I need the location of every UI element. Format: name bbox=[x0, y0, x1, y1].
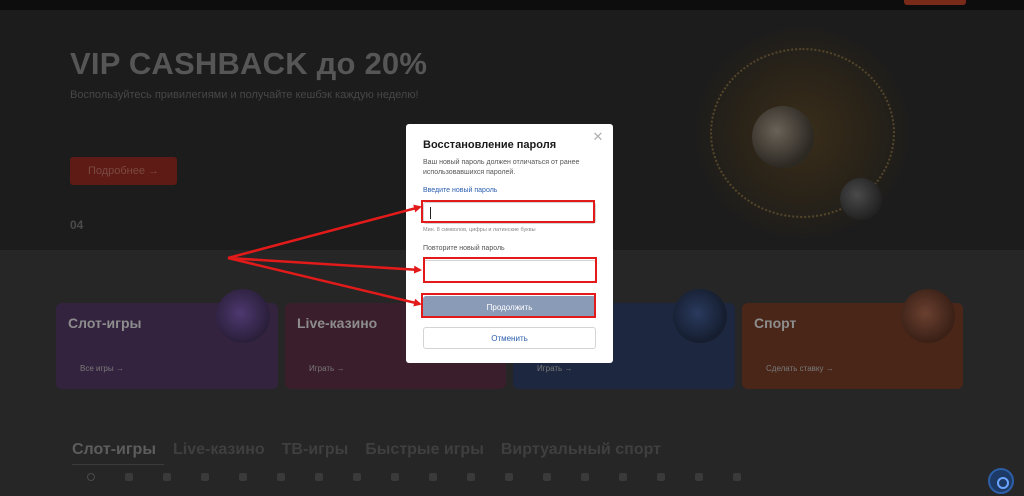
active-tab-underline bbox=[72, 464, 164, 465]
password-hint: Мин. 8 символов, цифры и латинские буквы bbox=[423, 227, 536, 233]
star-icon bbox=[163, 473, 171, 481]
category-card-title: Live-казино bbox=[297, 315, 378, 331]
dice-icon bbox=[467, 473, 475, 481]
hero-subtitle: Воспользуйтесь привилегиями и получайте … bbox=[70, 89, 419, 101]
category-card-link[interactable]: Все игры → bbox=[80, 364, 124, 373]
filter-item[interactable] bbox=[528, 470, 566, 496]
filter-item[interactable] bbox=[376, 470, 414, 496]
category-card-link[interactable]: Играть → bbox=[309, 364, 344, 373]
category-card-link[interactable]: Играть → bbox=[537, 364, 572, 373]
clover-icon bbox=[619, 473, 627, 481]
filter-item[interactable] bbox=[604, 470, 642, 496]
filter-item[interactable] bbox=[490, 470, 528, 496]
filter-item[interactable] bbox=[414, 470, 452, 496]
category-card-sport[interactable]: Спорт Сделать ставку → bbox=[742, 289, 963, 389]
trophy-icon bbox=[239, 473, 247, 481]
annotation-box-continue bbox=[421, 293, 596, 318]
filter-item[interactable] bbox=[642, 470, 680, 496]
search-icon bbox=[87, 473, 95, 481]
support-chat-button[interactable] bbox=[988, 468, 1014, 494]
slots-art bbox=[216, 289, 270, 343]
fruit-icon bbox=[429, 473, 437, 481]
game-filter-icons bbox=[72, 470, 756, 496]
filter-item[interactable] bbox=[300, 470, 338, 496]
filter-item[interactable] bbox=[566, 470, 604, 496]
annotation-box-repeat-password bbox=[423, 257, 597, 283]
hero-illustration bbox=[690, 28, 915, 238]
tab-fast-games[interactable]: Быстрые игры bbox=[365, 441, 484, 463]
hero-title: VIP CASHBACK до 20% bbox=[70, 46, 428, 81]
category-card-title: Спорт bbox=[754, 315, 797, 331]
close-icon[interactable]: ✕ bbox=[591, 130, 605, 144]
game-category-tabs: Слот-игры Live-казино ТВ-игры Быстрые иг… bbox=[72, 441, 661, 463]
category-card-slots[interactable]: Слот-игры Все игры → bbox=[56, 289, 278, 389]
top-navbar bbox=[0, 0, 1024, 10]
tab-virtual-sport[interactable]: Виртуальный спорт bbox=[501, 441, 661, 463]
hero-slide-counter: 04 bbox=[70, 218, 83, 232]
tab-tv-games[interactable]: ТВ-игры bbox=[282, 441, 349, 463]
gem-icon bbox=[695, 473, 703, 481]
header-cta-button[interactable] bbox=[904, 0, 966, 5]
tab-live-casino[interactable]: Live-казино bbox=[173, 441, 265, 463]
filter-item[interactable] bbox=[224, 470, 262, 496]
sport-ball-art bbox=[901, 289, 955, 343]
filter-search[interactable] bbox=[72, 470, 110, 496]
new-icon bbox=[201, 473, 209, 481]
megaways-icon bbox=[543, 473, 551, 481]
dialog-title: Восстановление пароля bbox=[423, 139, 557, 151]
filter-item[interactable] bbox=[452, 470, 490, 496]
hero-details-button[interactable]: Подробнее → bbox=[70, 157, 177, 185]
filter-item[interactable] bbox=[110, 470, 148, 496]
new-password-label: Введите новый пароль bbox=[423, 187, 498, 194]
soccer-ball-image bbox=[752, 106, 814, 168]
rocket-icon bbox=[733, 473, 741, 481]
filter-item[interactable] bbox=[148, 470, 186, 496]
filter-item[interactable] bbox=[338, 470, 376, 496]
crown-icon bbox=[657, 473, 665, 481]
flame-icon bbox=[125, 473, 133, 481]
category-card-link[interactable]: Сделать ставку → bbox=[766, 364, 834, 373]
bonus-icon bbox=[353, 473, 361, 481]
tv-games-art bbox=[673, 289, 727, 343]
cards-icon bbox=[391, 473, 399, 481]
repeat-password-label: Повторите новый пароль bbox=[423, 245, 505, 252]
category-card-title: Слот-игры bbox=[68, 315, 142, 331]
hero-slide-counter-value: 04 bbox=[70, 218, 84, 232]
filter-item[interactable] bbox=[718, 470, 756, 496]
seven-icon bbox=[581, 473, 589, 481]
filter-item[interactable] bbox=[680, 470, 718, 496]
book-icon bbox=[505, 473, 513, 481]
annotation-box-new-password bbox=[421, 200, 595, 223]
gift-icon bbox=[277, 473, 285, 481]
dialog-description: Ваш новый пароль должен отличаться от ра… bbox=[423, 159, 580, 176]
filter-item[interactable] bbox=[262, 470, 300, 496]
tab-slots[interactable]: Слот-игры bbox=[72, 441, 156, 463]
password-reset-dialog: Восстановление пароля ✕ Ваш новый пароль… bbox=[406, 124, 613, 363]
filter-item[interactable] bbox=[186, 470, 224, 496]
ball-image bbox=[840, 178, 882, 220]
jackpot-icon bbox=[315, 473, 323, 481]
cancel-button[interactable]: Отменить bbox=[423, 327, 596, 349]
